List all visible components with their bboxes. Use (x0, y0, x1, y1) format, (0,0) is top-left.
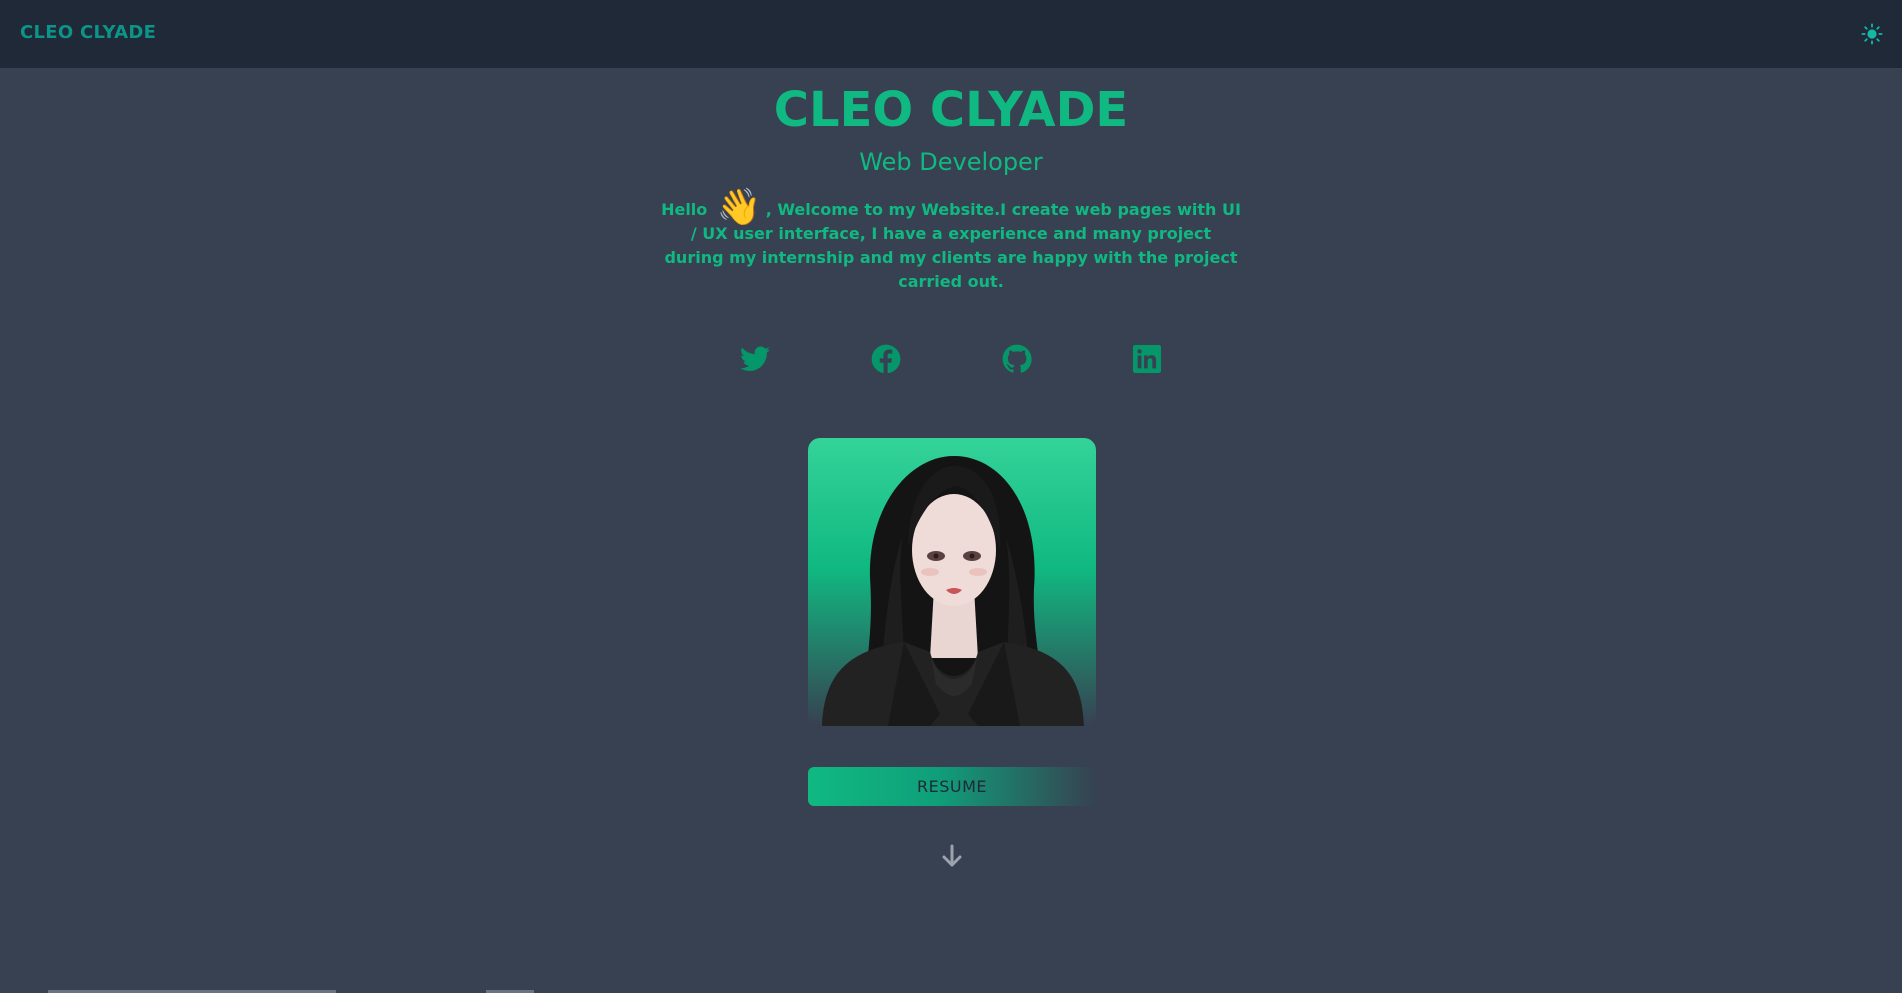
linkedin-link[interactable] (1130, 342, 1164, 376)
hero-subtitle: Web Developer (859, 148, 1043, 176)
linkedin-icon (1133, 345, 1161, 373)
avatar-card (808, 438, 1096, 726)
brand-logo-link[interactable]: CLEO CLYADE (20, 22, 156, 43)
theme-toggle-button[interactable] (1858, 20, 1886, 48)
intro-paragraph: Hello 👋, Welcome to my Website.I create … (660, 187, 1242, 294)
facebook-icon (871, 344, 901, 374)
arrow-down-icon (942, 844, 962, 867)
twitter-link[interactable] (738, 342, 772, 376)
scroll-down-button[interactable] (940, 842, 964, 870)
github-link[interactable] (1000, 342, 1034, 376)
avatar-portrait (822, 456, 1084, 726)
twitter-icon (740, 346, 770, 371)
resume-button[interactable]: RESUME (808, 767, 1096, 806)
navbar: CLEO CLYADE (0, 0, 1902, 68)
github-icon (1002, 344, 1032, 373)
social-links (0, 342, 1902, 378)
facebook-link[interactable] (869, 342, 903, 376)
intro-greeting: Hello (661, 200, 708, 219)
sun-icon (1861, 23, 1883, 45)
waving-hand-icon: 👋 (716, 187, 762, 228)
hero-title: CLEO CLYADE (773, 82, 1129, 138)
